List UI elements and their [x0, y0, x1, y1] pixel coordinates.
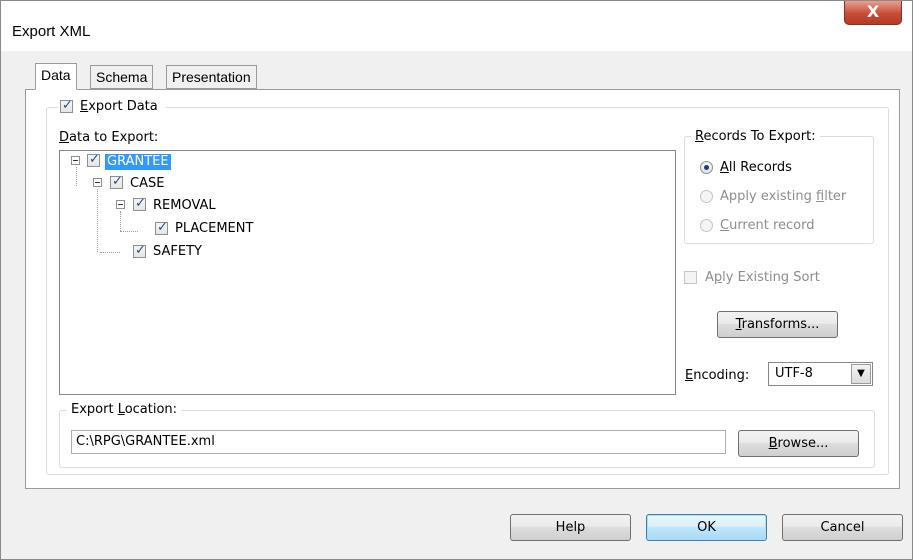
window-title: Export XML — [12, 23, 91, 40]
tree-connector — [120, 231, 138, 232]
help-button[interactable]: Help — [510, 514, 631, 541]
encoding-label: Encoding: — [685, 368, 750, 383]
close-button[interactable]: X — [844, 1, 902, 25]
export-data-label: Export Data — [80, 99, 158, 114]
tree-node-safety[interactable]: SAFETY — [151, 244, 204, 260]
tree-connector — [120, 211, 121, 231]
apply-existing-filter-radio[interactable] — [700, 190, 713, 203]
removal-checkbox[interactable]: ✓ — [133, 196, 146, 211]
collapse-case-icon[interactable] — [93, 178, 102, 187]
export-xml-dialog: Export XML X Data Schema Presentation ✓ … — [0, 0, 913, 560]
title-bar: Export XML X — [1, 1, 912, 51]
current-record-radio[interactable] — [700, 219, 713, 232]
case-checkbox[interactable]: ✓ — [110, 174, 123, 189]
records-to-export-legend: Records To Export: — [691, 129, 820, 144]
export-data-legend: ✓ Export Data — [58, 98, 166, 115]
current-record-label: Current record — [720, 218, 815, 233]
encoding-select[interactable]: UTF-8 ▼ — [768, 362, 873, 386]
collapse-removal-icon[interactable] — [116, 200, 125, 209]
tree-node-grantee[interactable]: GRANTEE — [105, 154, 171, 170]
transforms-button[interactable]: Transforms... — [717, 311, 838, 338]
tab-data[interactable]: Data — [35, 63, 77, 90]
data-tree-view[interactable]: ✓ GRANTEE ✓ CASE ✓ REMOVAL ✓ PLACEMENT ✓… — [59, 150, 676, 395]
tab-presentation[interactable]: Presentation — [166, 65, 257, 89]
tree-node-placement[interactable]: PLACEMENT — [173, 221, 255, 237]
apply-existing-sort-label: Aply Existing Sort — [705, 270, 820, 285]
all-records-radio[interactable] — [700, 161, 713, 174]
export-location-legend: Export Location: — [67, 402, 182, 417]
tab-schema[interactable]: Schema — [90, 65, 154, 89]
collapse-grantee-icon[interactable] — [71, 156, 80, 165]
safety-checkbox[interactable]: ✓ — [133, 243, 146, 258]
export-location-input[interactable]: C:\RPG\GRANTEE.xml — [71, 430, 726, 454]
tree-connector — [100, 252, 120, 253]
export-data-checkbox[interactable]: ✓ — [60, 98, 73, 113]
ok-button[interactable]: OK — [646, 514, 767, 541]
encoding-value: UTF-8 — [775, 366, 813, 381]
placement-checkbox[interactable]: ✓ — [155, 220, 168, 235]
tree-node-removal[interactable]: REMOVAL — [151, 198, 218, 214]
tree-node-case[interactable]: CASE — [128, 176, 166, 192]
grantee-checkbox[interactable]: ✓ — [87, 152, 100, 167]
apply-existing-filter-label: Apply existing filter — [720, 189, 847, 204]
apply-existing-sort-checkbox[interactable] — [684, 271, 697, 284]
all-records-label: All Records — [720, 160, 792, 175]
cancel-button[interactable]: Cancel — [782, 514, 903, 541]
data-to-export-label: Data to Export: — [59, 130, 159, 145]
browse-button[interactable]: Browse... — [738, 430, 859, 457]
tree-connector — [97, 189, 98, 252]
tree-connector — [76, 167, 77, 186]
chevron-down-icon[interactable]: ▼ — [851, 364, 871, 384]
